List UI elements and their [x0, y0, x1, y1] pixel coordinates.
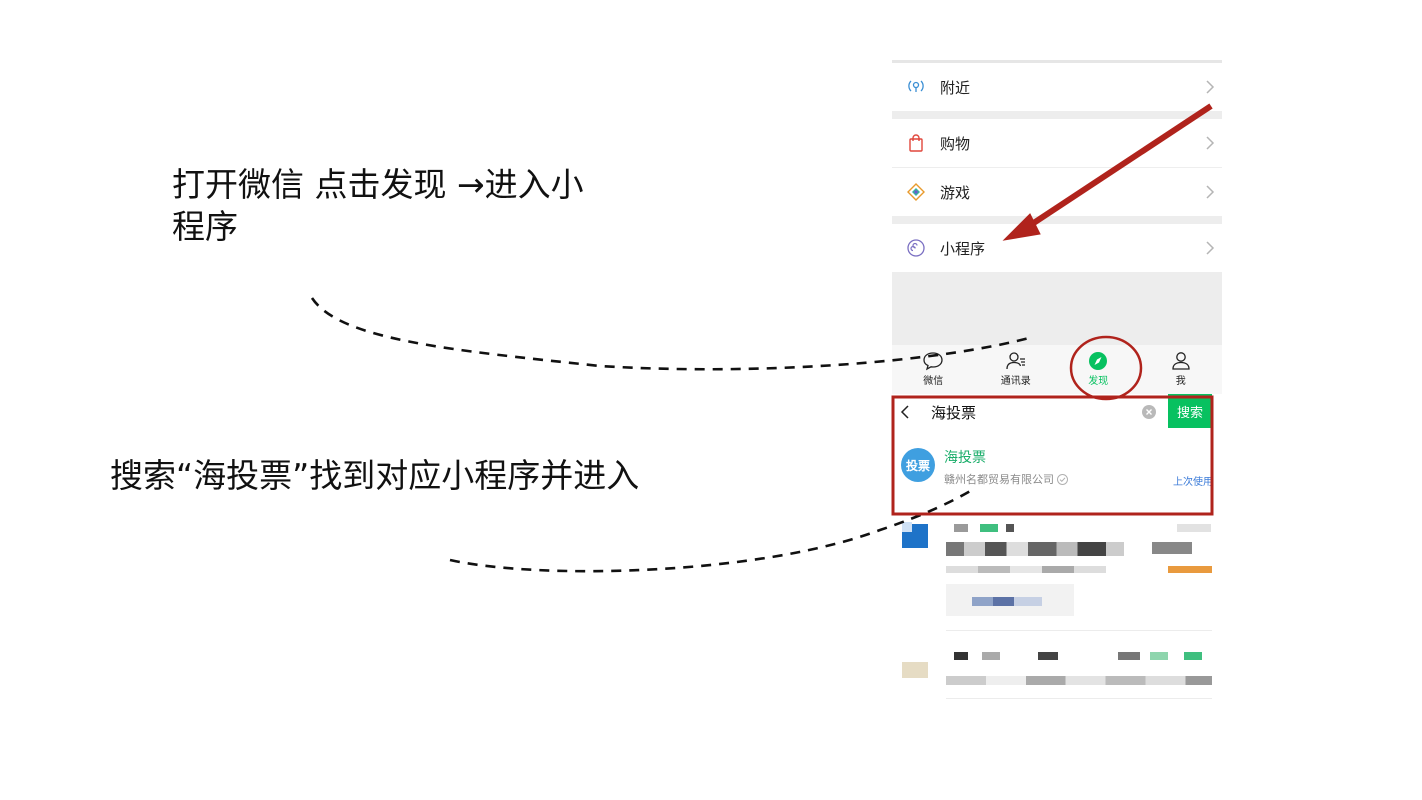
- menu-item-label: 附近: [940, 78, 971, 97]
- tab-label: 通讯录: [1000, 376, 1031, 387]
- tab-chats[interactable]: 微信: [892, 345, 975, 394]
- chevron-right-icon: [1206, 136, 1215, 150]
- tab-label: 微信: [923, 376, 944, 387]
- discover-screen: 附近 购物 游戏 小程序 微信 通讯录 发现 我: [892, 60, 1222, 394]
- instruction-step-2: 搜索“海投票”找到对应小程序并进入: [110, 456, 640, 495]
- menu-item-nearby[interactable]: 附近: [892, 63, 1222, 111]
- empty-area: [892, 272, 1222, 350]
- tab-me[interactable]: 我: [1140, 345, 1223, 394]
- search-screen: 海投票 搜索 投票 海投票 赣州名都贸易有限公司 上次使用: [892, 394, 1222, 706]
- mini-program-result[interactable]: 投票 海投票 赣州名都贸易有限公司 上次使用: [892, 440, 1222, 500]
- search-query: 海投票: [931, 403, 977, 422]
- verified-icon: [1057, 473, 1068, 485]
- tab-label: 我: [1175, 376, 1186, 387]
- tab-discover[interactable]: 发现: [1057, 345, 1140, 394]
- contacts-icon: [1006, 352, 1025, 370]
- nearby-icon: [892, 77, 940, 97]
- mini-program-company: 赣州名都贸易有限公司: [944, 471, 1068, 487]
- menu-item-label: 购物: [940, 134, 971, 153]
- search-bar: 海投票 搜索: [892, 394, 1222, 430]
- chat-icon: [923, 352, 943, 371]
- menu-item-label: 小程序: [940, 239, 986, 258]
- menu-item-shopping[interactable]: 购物: [892, 119, 1222, 167]
- search-button[interactable]: 搜索: [1168, 394, 1212, 428]
- instruction-step-1: 打开微信 点击发现 →进入小程序: [172, 165, 584, 246]
- shopping-bag-icon: [892, 133, 940, 153]
- chevron-right-icon: [1206, 241, 1215, 255]
- menu-item-games[interactable]: 游戏: [892, 168, 1222, 216]
- chevron-right-icon: [1206, 185, 1215, 199]
- compass-icon: [1089, 352, 1108, 370]
- tab-label: 发现: [1088, 376, 1109, 387]
- search-input[interactable]: 海投票: [922, 397, 1168, 427]
- company-name: 赣州名都贸易有限公司: [944, 473, 1054, 486]
- menu-item-label: 游戏: [940, 183, 971, 202]
- profile-icon: [1172, 352, 1190, 370]
- section-gap: [892, 216, 1222, 224]
- last-used-label: 上次使用: [1173, 477, 1213, 488]
- section-gap: [892, 111, 1222, 119]
- mini-program-icon: [892, 238, 940, 258]
- mini-program-logo: 投票: [901, 448, 935, 482]
- tab-bar: 微信 通讯录 发现 我: [892, 345, 1222, 394]
- chevron-right-icon: [1206, 80, 1215, 94]
- back-icon[interactable]: [892, 394, 918, 430]
- clear-icon[interactable]: [1142, 405, 1156, 419]
- game-icon: [892, 182, 940, 202]
- mini-program-name: 海投票: [944, 450, 986, 466]
- menu-item-mini-programs[interactable]: 小程序: [892, 224, 1222, 272]
- tab-contacts[interactable]: 通讯录: [975, 345, 1058, 394]
